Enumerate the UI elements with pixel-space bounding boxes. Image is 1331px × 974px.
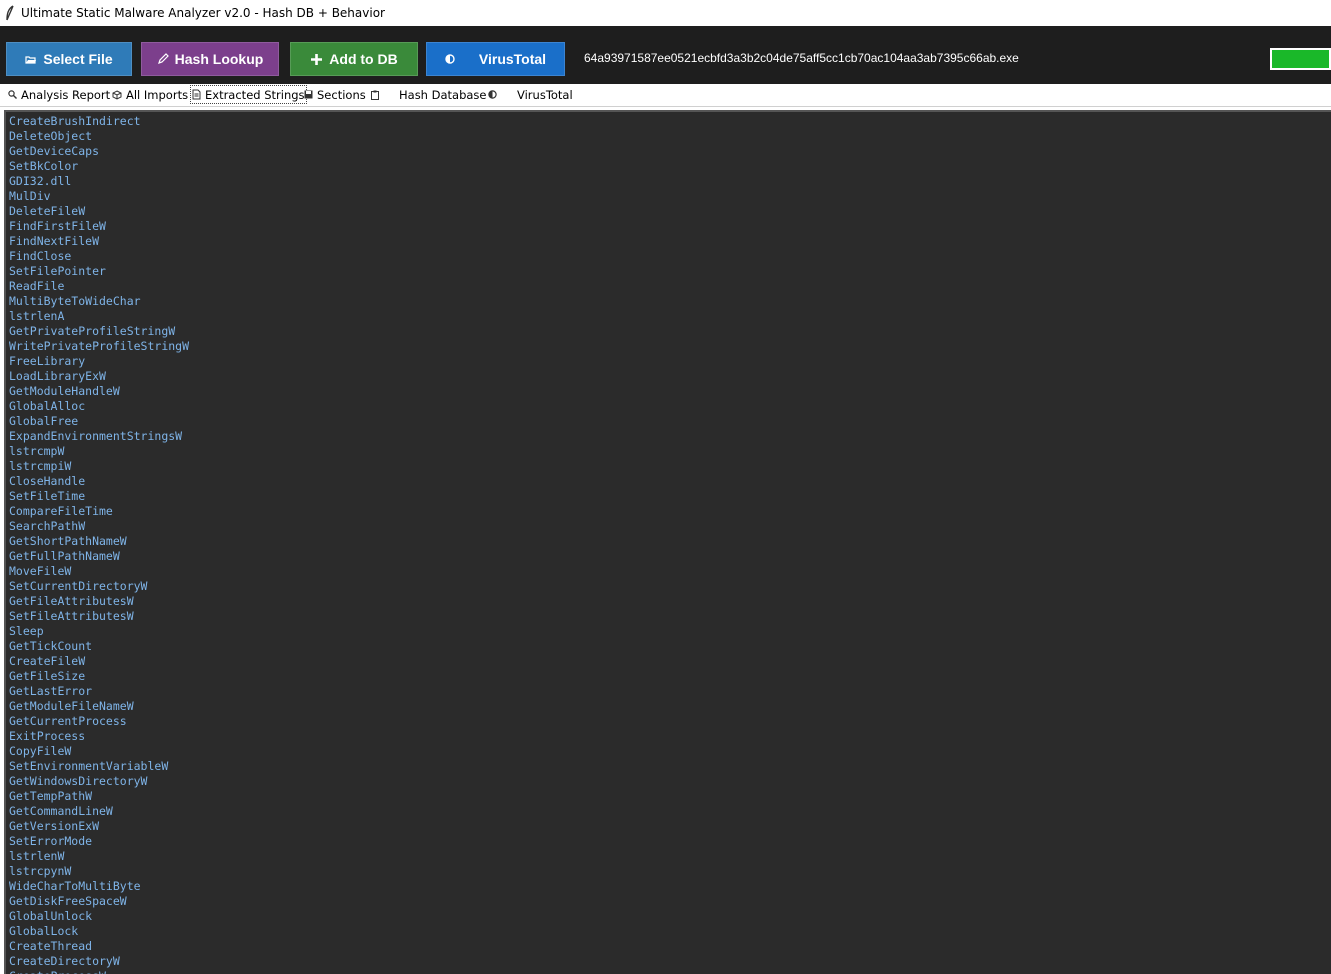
add-to-db-button[interactable]: Add to DB (290, 42, 418, 76)
string-line: SetFileAttributesW (9, 609, 134, 623)
string-line: MulDiv (9, 189, 51, 203)
shield-icon (488, 90, 497, 99)
progress-bar (1270, 48, 1331, 70)
string-line: lstrcmpW (9, 444, 65, 458)
string-line: SetCurrentDirectoryW (9, 579, 148, 593)
string-line: FindNextFileW (9, 234, 100, 248)
string-line: SetFilePointer (9, 264, 106, 278)
string-line: lstrcmpiW (9, 459, 72, 473)
tab-label: Analysis Report (21, 87, 111, 102)
string-line: lstrcpynW (9, 864, 72, 878)
string-line: MoveFileW (9, 564, 72, 578)
string-line: SetErrorMode (9, 834, 93, 848)
string-line: LoadLibraryExW (9, 369, 106, 383)
string-line: GetLastError (9, 684, 93, 698)
string-line: SetFileTime (9, 489, 86, 503)
string-line: GetTempPathW (9, 789, 93, 803)
string-line: CreateDirectoryW (9, 954, 120, 968)
string-line: ExitProcess (9, 729, 86, 743)
string-line: DeleteObject (9, 129, 93, 143)
string-line: GetModuleHandleW (9, 384, 120, 398)
string-line: SetEnvironmentVariableW (9, 759, 169, 773)
tab-hash-database[interactable]: Hash Database (371, 86, 487, 103)
tab-label: Sections (317, 87, 366, 102)
string-line: GetFileSize (9, 669, 86, 683)
string-line: CopyFileW (9, 744, 72, 758)
document-icon (192, 89, 201, 100)
hash-lookup-label: Hash Lookup (174, 51, 264, 67)
string-line: GDI32.dll (9, 174, 72, 188)
string-line: CreateBrushIndirect (9, 114, 141, 128)
string-line: GetDiskFreeSpaceW (9, 894, 127, 908)
toolbar: Select File Hash Lookup Add to DB VirusT… (0, 26, 1331, 84)
string-line: GetCurrentProcess (9, 714, 127, 728)
string-line: GlobalLock (9, 924, 79, 938)
string-line: SearchPathW (9, 519, 86, 533)
string-line: GetTickCount (9, 639, 93, 653)
string-line: GetShortPathNameW (9, 534, 127, 548)
magnifier-icon (8, 90, 17, 99)
tab-label: VirusTotal (517, 87, 573, 102)
string-line: GlobalAlloc (9, 399, 86, 413)
tab-label: Extracted Strings (205, 87, 305, 102)
tab-bar: Analysis Report All Imports Extracted St… (0, 84, 1331, 107)
tab-label: Hash Database (399, 87, 487, 102)
string-line: GlobalUnlock (9, 909, 93, 923)
tab-sections[interactable]: Sections (304, 86, 366, 103)
string-line: CreateFileW (9, 654, 86, 668)
selected-file-name: 64a93971587ee0521ecbfd3a3b2c04de75aff5cc… (584, 51, 1019, 65)
shield-icon (445, 54, 455, 64)
virustotal-button[interactable]: VirusTotal (426, 42, 565, 76)
string-line: lstrlenA (9, 309, 65, 323)
string-line: WideCharToMultiByte (9, 879, 141, 893)
string-line: GetVersionExW (9, 819, 100, 833)
string-line: GetFileAttributesW (9, 594, 134, 608)
string-line: GlobalFree (9, 414, 79, 428)
clipboard-icon (371, 90, 379, 100)
string-line: lstrlenW (9, 849, 65, 863)
tab-label: All Imports (126, 87, 189, 102)
window-title: Ultimate Static Malware Analyzer v2.0 - … (21, 6, 385, 20)
string-line: GetFullPathNameW (9, 549, 120, 563)
tab-virustotal[interactable]: VirusTotal (488, 86, 573, 103)
string-line: FreeLibrary (9, 354, 86, 368)
strings-list: CreateBrushIndirect DeleteObject GetDevice… (9, 114, 189, 974)
string-line: Sleep (9, 624, 44, 638)
string-line: DeleteFileW (9, 204, 86, 218)
tab-all-imports[interactable]: All Imports (112, 86, 188, 103)
pencil-icon (157, 53, 169, 65)
string-line: CreateProcessW (9, 969, 189, 974)
floppy-icon (304, 90, 313, 99)
string-line: FindClose (9, 249, 72, 263)
progress-bar-fill (1272, 50, 1329, 68)
string-line: GetWindowsDirectoryW (9, 774, 148, 788)
string-line: GetPrivateProfileStringW (9, 324, 176, 338)
string-line: CloseHandle (9, 474, 86, 488)
string-line: GetCommandLineW (9, 804, 113, 818)
add-to-db-label: Add to DB (329, 51, 398, 67)
strings-text-area[interactable]: CreateBrushIndirect DeleteObject GetDevice… (4, 110, 1331, 974)
plus-icon (310, 53, 323, 66)
string-line: ReadFile (9, 279, 65, 293)
string-line: FindFirstFileW (9, 219, 106, 233)
hash-lookup-button[interactable]: Hash Lookup (141, 42, 279, 76)
string-line: CreateThread (9, 939, 93, 953)
virustotal-label: VirusTotal (478, 51, 547, 67)
tab-extracted-strings[interactable]: Extracted Strings (190, 85, 307, 104)
select-file-button[interactable]: Select File (6, 42, 132, 76)
package-icon (112, 89, 122, 100)
string-line: WritePrivateProfileStringW (9, 339, 190, 353)
string-line: MultiByteToWideChar (9, 294, 141, 308)
select-file-label: Select File (43, 51, 113, 67)
string-line: GetDeviceCaps (9, 144, 100, 158)
folder-icon (25, 54, 37, 65)
feather-icon (3, 5, 17, 21)
string-line: GetModuleFileNameW (9, 699, 134, 713)
string-line: SetBkColor (9, 159, 79, 173)
title-bar: Ultimate Static Malware Analyzer v2.0 - … (0, 0, 1331, 26)
tab-analysis-report[interactable]: Analysis Report (8, 86, 110, 103)
string-line: CompareFileTime (9, 504, 113, 518)
string-line: ExpandEnvironmentStringsW (9, 429, 183, 443)
